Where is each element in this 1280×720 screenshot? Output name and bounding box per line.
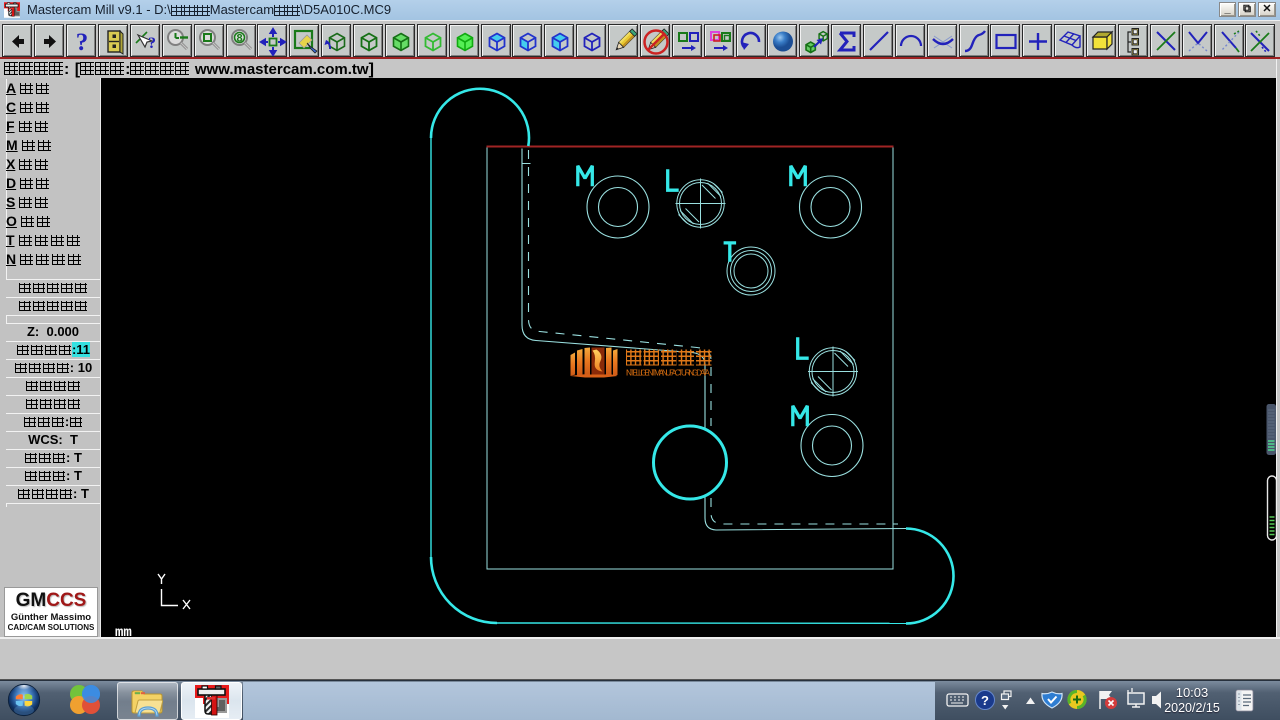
svg-text:?: ? xyxy=(148,35,156,52)
svg-text:mm: mm xyxy=(115,625,132,637)
svg-text:?: ? xyxy=(981,693,989,708)
svg-text:8: 8 xyxy=(236,33,242,45)
svg-text:?: ? xyxy=(76,29,89,56)
svg-text:INTELLIGENT MANUFACTURING DATA: INTELLIGENT MANUFACTURING DATA xyxy=(626,369,711,378)
